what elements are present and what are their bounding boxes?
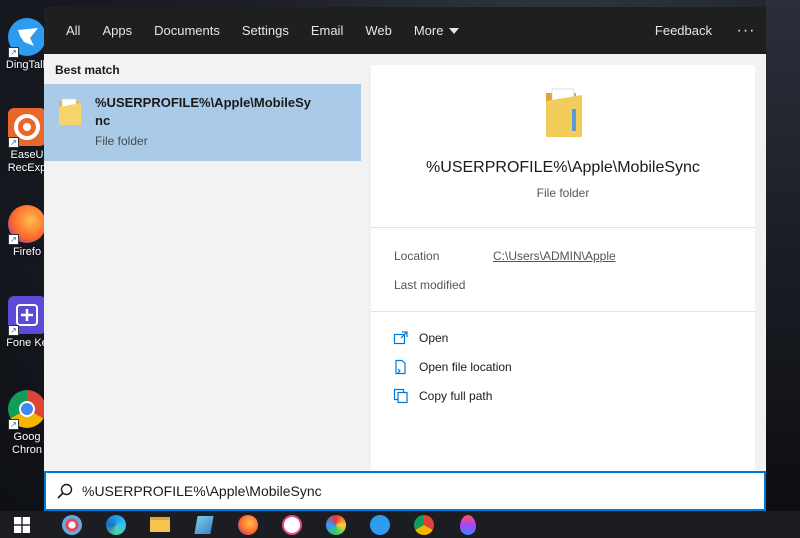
taskbar-paint[interactable] — [50, 511, 94, 538]
copy-full-path-label: Copy full path — [419, 389, 493, 403]
location-link[interactable]: C:\Users\ADMIN\Apple — [493, 249, 616, 263]
results-list: Best match %USERPROFILE%\Apple\MobileSyn… — [44, 54, 361, 471]
result-name: %USERPROFILE%\Apple\MobileSync — [95, 95, 311, 128]
copy-full-path-action[interactable]: Copy full path — [393, 388, 492, 404]
taskbar — [0, 511, 800, 538]
search-icon — [57, 483, 73, 499]
dingtalk-icon: ↗ — [8, 18, 46, 58]
paint-brush-icon — [326, 514, 346, 535]
taskbar-dingtalk[interactable] — [358, 511, 402, 538]
open-file-location-label: Open file location — [419, 360, 512, 374]
taskbar-paint-brush[interactable] — [314, 511, 358, 538]
shortcut-arrow-icon: ↗ — [8, 234, 19, 245]
result-type: File folder — [95, 134, 148, 148]
taskbar-chrome[interactable] — [402, 511, 446, 538]
fonekeeper-icon: ↗ — [8, 296, 46, 336]
shortcut-arrow-icon: ↗ — [8, 325, 19, 336]
divider — [371, 311, 755, 312]
feedback-button[interactable]: Feedback — [641, 23, 726, 38]
recexperts-icon: ↗ — [8, 108, 46, 148]
shortcut-arrow-icon: ↗ — [8, 419, 19, 430]
open-action[interactable]: Open — [393, 330, 448, 346]
more-options-button[interactable]: ··· — [726, 22, 766, 40]
file-location-icon — [395, 359, 406, 375]
taskbar-drop[interactable] — [446, 511, 490, 538]
location-label: Location — [394, 249, 440, 263]
chevron-down-icon — [449, 27, 460, 34]
tab-more[interactable]: More — [403, 7, 471, 54]
tab-more-label: More — [413, 23, 444, 38]
file-explorer-icon — [150, 517, 170, 532]
start-button[interactable] — [0, 511, 44, 538]
best-match-heading: Best match — [55, 63, 120, 77]
detail-pane: %USERPROFILE%\Apple\MobileSync File fold… — [371, 65, 755, 471]
shortcut-arrow-icon: ↗ — [8, 137, 19, 148]
firefox-icon: ↗ — [8, 205, 46, 245]
detail-name: %USERPROFILE%\Apple\MobileSync — [426, 159, 700, 176]
search-tabs-bar: All Apps Documents Settings Email Web Mo… — [44, 7, 766, 54]
open-icon — [393, 331, 408, 345]
shortcut-arrow-icon: ↗ — [8, 47, 19, 58]
search-box[interactable] — [44, 471, 766, 511]
divider — [371, 227, 755, 228]
taskbar-firefox[interactable] — [226, 511, 270, 538]
folder-icon — [546, 88, 582, 137]
tab-email[interactable]: Email — [300, 7, 355, 54]
desktop-wallpaper — [766, 0, 800, 512]
search-input[interactable] — [82, 483, 682, 499]
taskbar-edge[interactable] — [94, 511, 138, 538]
taskbar-itunes[interactable] — [270, 511, 314, 538]
windows-logo-icon — [14, 516, 30, 533]
chrome-icon — [414, 514, 434, 535]
detail-type: File folder — [536, 186, 590, 200]
paint-icon — [62, 514, 82, 535]
dingtalk-icon — [370, 514, 390, 535]
tab-settings[interactable]: Settings — [231, 7, 300, 54]
folder-icon — [59, 98, 81, 125]
firefox-icon — [238, 514, 258, 535]
notepad-icon — [194, 515, 214, 534]
tab-web[interactable]: Web — [354, 7, 403, 54]
open-action-label: Open — [419, 331, 449, 345]
open-file-location-action[interactable]: Open file location — [393, 359, 512, 375]
tab-all[interactable]: All — [55, 7, 91, 54]
taskbar-notepad[interactable] — [182, 511, 226, 538]
tab-apps[interactable]: Apps — [91, 7, 143, 54]
itunes-icon — [282, 514, 302, 535]
tab-documents[interactable]: Documents — [143, 7, 231, 54]
copy-icon — [393, 388, 408, 404]
best-match-result[interactable]: %USERPROFILE%\Apple\MobileSync File fold… — [44, 84, 361, 161]
drop-icon — [460, 514, 476, 535]
last-modified-label: Last modified — [394, 278, 466, 292]
taskbar-file-explorer[interactable] — [138, 511, 182, 538]
chrome-icon: ↗ — [8, 390, 46, 430]
edge-icon — [106, 514, 126, 535]
search-panel: All Apps Documents Settings Email Web Mo… — [44, 7, 766, 511]
